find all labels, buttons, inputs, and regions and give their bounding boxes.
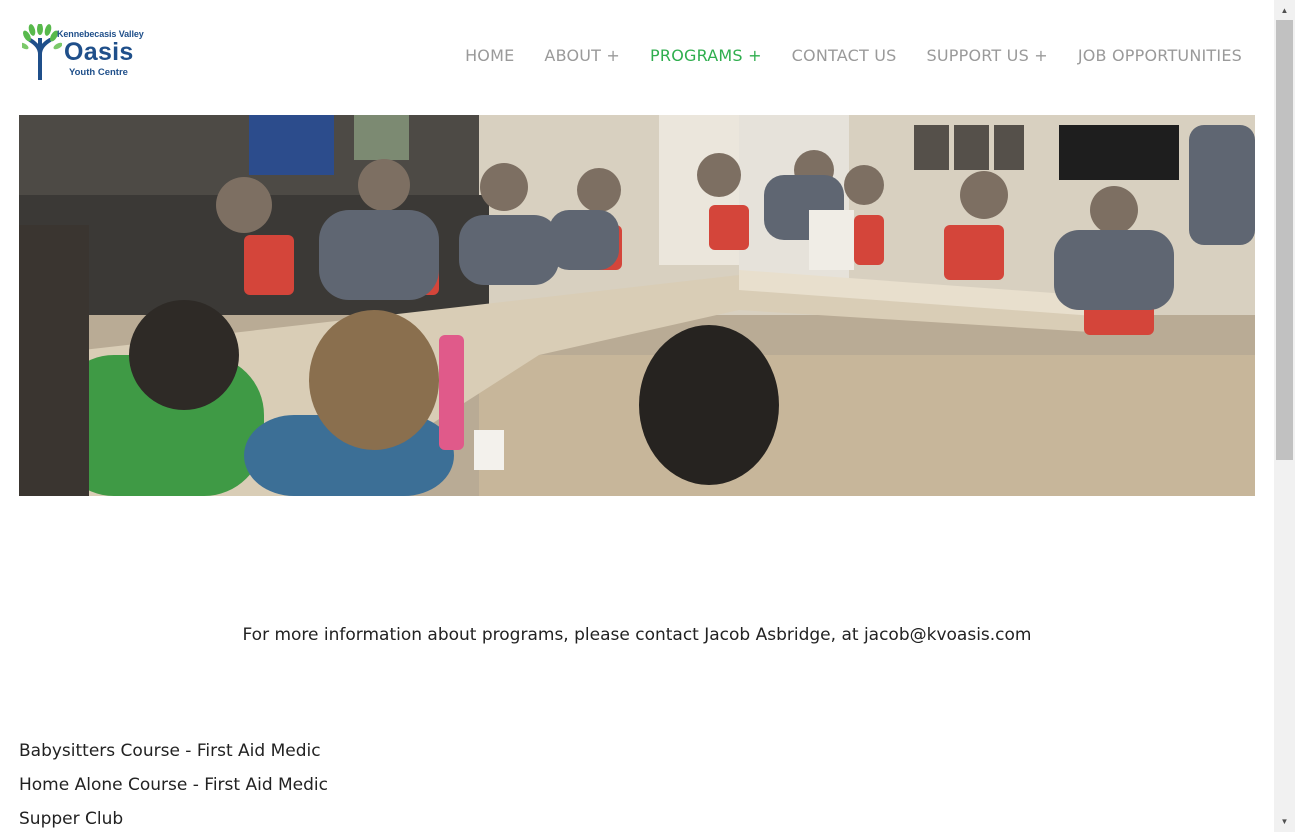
- logo-name: Oasis: [64, 38, 134, 66]
- nav-about[interactable]: ABOUT +: [544, 44, 620, 68]
- programs-contact-info: For more information about programs, ple…: [242, 625, 1032, 645]
- nav-contact-us[interactable]: CONTACT US: [792, 44, 897, 68]
- page-scrollbar[interactable]: ▲ ▼: [1274, 0, 1295, 832]
- group-photo-image: [19, 115, 1255, 496]
- page: Kennebecasis Valley Oasis Youth Centre H…: [0, 0, 1274, 832]
- program-home-alone-course[interactable]: Home Alone Course - First Aid Medic: [19, 768, 328, 802]
- program-list: Babysitters Course - First Aid Medic Hom…: [19, 734, 328, 832]
- logo-subtitle: Youth Centre: [69, 67, 128, 78]
- program-babysitters-course[interactable]: Babysitters Course - First Aid Medic: [19, 734, 328, 768]
- arrow-down-icon[interactable]: ▼: [1274, 813, 1295, 830]
- site-logo[interactable]: Kennebecasis Valley Oasis Youth Centre: [22, 24, 152, 84]
- main-nav: HOME ABOUT + PROGRAMS + CONTACT US SUPPO…: [435, 44, 1242, 68]
- nav-home[interactable]: HOME: [465, 44, 514, 68]
- tree-logo-icon: [22, 24, 62, 80]
- scrollbar-thumb[interactable]: [1276, 20, 1293, 460]
- nav-programs[interactable]: PROGRAMS +: [650, 44, 762, 68]
- program-supper-club[interactable]: Supper Club: [19, 802, 328, 832]
- nav-support-us[interactable]: SUPPORT US +: [927, 44, 1048, 68]
- arrow-up-icon[interactable]: ▲: [1274, 2, 1295, 19]
- nav-job-opportunities[interactable]: JOB OPPORTUNITIES: [1078, 44, 1242, 68]
